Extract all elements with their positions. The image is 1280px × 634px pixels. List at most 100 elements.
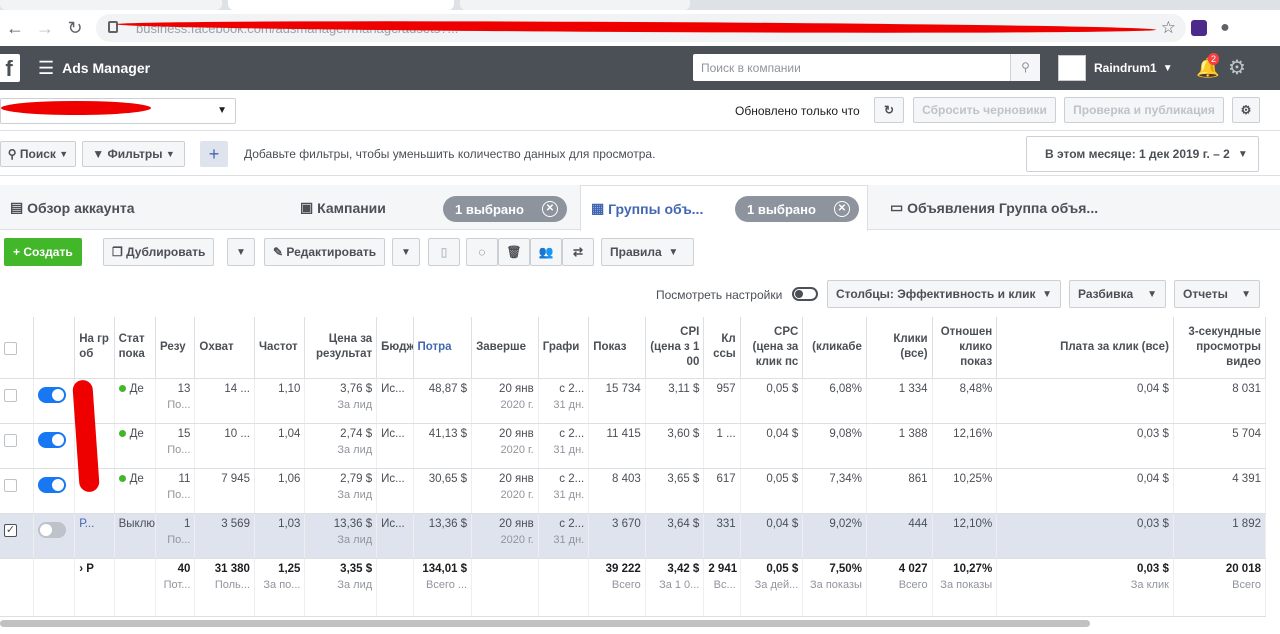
search-icon[interactable]: ⚲ (1010, 54, 1040, 81)
filters-button[interactable]: ▼ Фильтры ▼ (82, 141, 185, 167)
extension-icon[interactable] (1186, 19, 1212, 37)
col-header-budget[interactable]: Бюдж (376, 317, 414, 379)
row-toggle-cell[interactable] (33, 378, 76, 424)
row-ctr_all: 12,10% (953, 517, 993, 530)
browser-tab[interactable] (0, 0, 222, 10)
col-header-cpm[interactable]: CPI (цена з 1 00 (645, 317, 705, 379)
restore-button[interactable]: ◌ (466, 238, 498, 266)
search-button[interactable]: ⚲ Поиск ▼ (0, 141, 76, 167)
delete-button[interactable]: 🗑 (498, 238, 530, 266)
forward-icon[interactable]: → (30, 18, 60, 39)
col-header-name[interactable]: На гр об (74, 317, 115, 379)
col-header-schedule[interactable]: Графи (538, 317, 590, 379)
col-header-link-clicks[interactable]: Кл ссы (703, 317, 741, 379)
close-icon[interactable]: ✕ (541, 201, 558, 217)
gear-icon[interactable]: ⚙ (1228, 55, 1246, 80)
select-all-checkbox[interactable] (4, 342, 17, 356)
facebook-logo-icon[interactable]: f (0, 54, 20, 82)
row-name[interactable]: Р... (74, 513, 115, 559)
close-icon[interactable]: ✕ (833, 201, 850, 217)
create-button[interactable]: + Создать (4, 238, 82, 266)
col-header-ctr-all[interactable]: Отношен клико показ (932, 317, 998, 379)
col-header-frequency[interactable]: Частот (254, 317, 306, 379)
col-header-clicks-all[interactable]: Клики (все) (866, 317, 933, 379)
browser-tab-active[interactable] (228, 0, 454, 10)
table-row[interactable]: Де 15 По... 10 ... 1,04 2,74 $ За лид Ис... 41,1… (0, 423, 1267, 469)
col-header-ends[interactable]: Заверше (471, 317, 539, 379)
account-switcher[interactable]: Raindrum1 ▼ (1058, 55, 1173, 81)
row-results: 1 (183, 517, 191, 530)
reports-label: Отчеты (1183, 287, 1228, 301)
row-select-cell[interactable] (0, 378, 34, 424)
total-freq-sub: За по... (263, 578, 301, 591)
col-header-status[interactable]: Стат пока (114, 317, 157, 379)
campaigns-selected-pill[interactable]: 1 выбрано ✕ (443, 196, 567, 222)
table-row[interactable]: Де 11 По... 7 945 1,06 2,79 $ За лид Ис... 30,65… (0, 468, 1267, 514)
duplicate-dropdown[interactable]: ▼ (227, 238, 255, 266)
date-range-picker[interactable]: В этом месяце: 1 дек 2019 г. – 2 ▼ (1026, 136, 1259, 172)
reload-icon[interactable]: ↻ (60, 18, 90, 39)
horizontal-scrollbar[interactable] (0, 620, 1090, 627)
reports-button[interactable]: Отчеты ▼ (1174, 280, 1260, 308)
add-filter-button[interactable]: + (200, 141, 228, 167)
view-settings-toggle[interactable] (792, 287, 818, 301)
audience-button[interactable]: 👥 (530, 238, 562, 266)
col-header-ctr[interactable]: (кликабе (802, 317, 867, 379)
row-toggle-cell[interactable] (33, 513, 76, 559)
tab-account-overview[interactable]: ▤ Обзор аккаунта (0, 185, 286, 230)
menu-icon[interactable]: ☰ (38, 58, 54, 79)
discard-drafts-button[interactable]: Сбросить черновики (913, 97, 1056, 123)
bookmark-star-icon[interactable]: ☆ (1161, 18, 1176, 38)
chevron-down-icon: ▼ (1241, 288, 1251, 300)
col-header-reach[interactable]: Охват (194, 317, 255, 379)
col-header-cpc[interactable]: CPC (цена за клик пс (740, 317, 804, 379)
row-checkbox[interactable] (4, 478, 17, 492)
export-button[interactable]: ⇄ (562, 238, 594, 266)
adsets-selected-pill[interactable]: 1 выбрано ✕ (735, 196, 859, 222)
col-header-results[interactable]: Резу (155, 317, 196, 379)
table-row[interactable]: Де 13 По... 14 ... 1,10 3,76 $ За лид Ис... 48,8… (0, 378, 1267, 424)
row-checkbox[interactable] (4, 433, 17, 447)
refresh-button[interactable]: ↻ (874, 97, 904, 123)
profile-icon[interactable]: ● (1212, 19, 1238, 37)
cell-clicks_link: 331 (703, 513, 741, 559)
select-all-cell[interactable] (0, 317, 34, 379)
edit-dropdown[interactable]: ▼ (392, 238, 420, 266)
delivery-toggle[interactable] (37, 476, 66, 493)
delivery-toggle[interactable] (37, 431, 66, 448)
delivery-toggle[interactable] (37, 386, 66, 403)
table-row[interactable]: ✓ Р... Выклю 1 По... 3 569 1,03 13,36 $ За лид Ис… (0, 513, 1267, 559)
company-search-input[interactable]: Поиск в компании ⚲ (693, 54, 1040, 81)
columns-label: Столбцы: Эффективность и клик (836, 287, 1036, 301)
col-header-video-views[interactable]: 3-секундные просмотры видео (1173, 317, 1267, 379)
columns-button[interactable]: Столбцы: Эффективность и клик ▼ (827, 280, 1061, 308)
cell-cpc: 0,05 $ (740, 468, 804, 514)
row-select-cell[interactable] (0, 423, 34, 469)
breakdown-button[interactable]: Разбивка ▼ (1069, 280, 1166, 308)
col-header-cpc-all[interactable]: Плата за клик (все) (996, 317, 1174, 379)
rules-button[interactable]: Правила ▼ (601, 238, 694, 266)
row-cpr-sub: За лид (337, 398, 373, 411)
settings-button[interactable]: ⚙ (1232, 97, 1260, 123)
ad-account-select[interactable]: ▼ (0, 98, 236, 124)
browser-tab[interactable] (460, 0, 690, 10)
clipboard-button[interactable]: ▯ (428, 238, 460, 266)
row-toggle-cell[interactable] (33, 468, 76, 514)
url-input[interactable]: business.facebook.com/adsmanager/manage/… (96, 14, 1186, 42)
edit-button[interactable]: ✎ Редактировать (264, 238, 386, 266)
back-icon[interactable]: ← (0, 18, 30, 39)
duplicate-button[interactable]: ❐ Дублировать (103, 238, 215, 266)
tab-ads[interactable]: ▭ Объявления Группа объя... (880, 185, 1170, 230)
col-header-cost-per-result[interactable]: Цена за результат (304, 317, 378, 379)
row-checkbox[interactable] (4, 388, 17, 402)
row-toggle-cell[interactable] (33, 423, 76, 469)
row-checkbox[interactable]: ✓ (4, 523, 17, 537)
review-publish-button[interactable]: Проверка и публикация (1064, 97, 1224, 123)
total-name[interactable]: › Р (74, 558, 115, 617)
delivery-toggle[interactable] (37, 521, 66, 538)
row-select-cell[interactable] (0, 468, 34, 514)
row-cpc: 0,05 $ (766, 382, 799, 395)
row-select-cell[interactable]: ✓ (0, 513, 34, 559)
col-header-impressions[interactable]: Показ (588, 317, 646, 379)
col-header-spent[interactable]: Потра (413, 317, 473, 379)
